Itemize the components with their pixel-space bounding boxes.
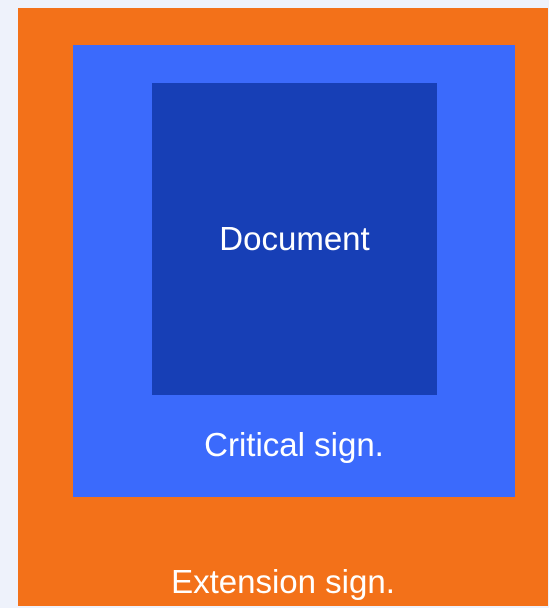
- extension-signature-label: Extension sign.: [171, 563, 395, 600]
- critical-signature-label: Critical sign.: [204, 426, 384, 463]
- document-label: Document: [219, 220, 370, 257]
